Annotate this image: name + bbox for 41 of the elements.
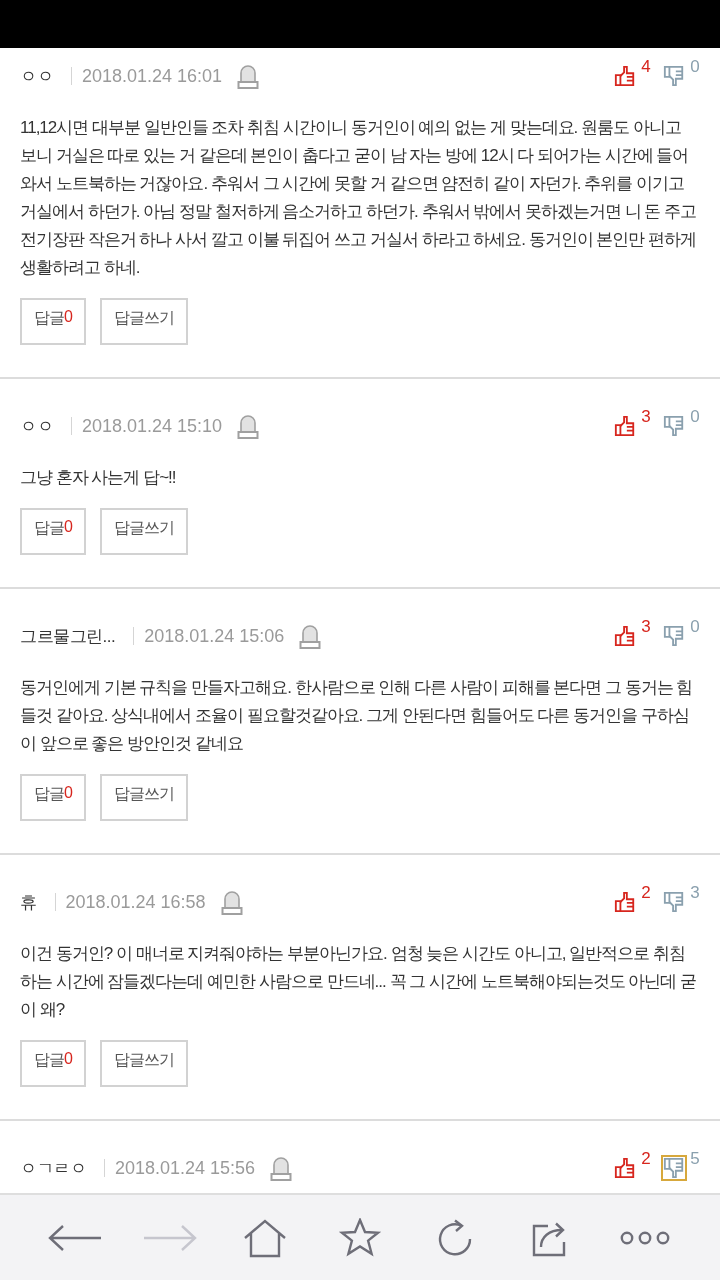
comment-text: 그냥 혼자 사는게 답~!! xyxy=(20,467,177,489)
like-button[interactable]: 3 xyxy=(612,407,651,439)
like-button[interactable]: 2 xyxy=(612,1149,651,1181)
author-name: 휴 xyxy=(20,891,37,914)
write-reply-button[interactable]: 답글쓰기 xyxy=(99,298,188,345)
write-reply-button[interactable]: 답글쓰기 xyxy=(99,774,188,821)
dislike-button[interactable]: 3 xyxy=(661,883,700,915)
replies-button[interactable]: 답글0 xyxy=(20,298,86,345)
author-name: ㅇㅇ xyxy=(20,415,53,438)
siren-icon[interactable] xyxy=(269,1154,294,1182)
siren-icon[interactable] xyxy=(298,622,323,650)
comment-date: 2018.01.24 15:06 xyxy=(144,625,285,647)
comment-text: 이건 동거인? 이 매너로 지켜줘야하는 부분아닌가요. 엄청 늦은 시간도 아니고, 일반적으로 취침하는 시간에 잠들겠다는데 예민한 사람으로 만드네... 꼭 그 시간에 노트북해야되는것도 아닌데 굳이 왜? xyxy=(20,943,698,1021)
author-name: 그르물그린... xyxy=(20,625,116,648)
left-arrow-icon xyxy=(47,1222,104,1253)
comment-date: 2018.01.24 15:10 xyxy=(82,415,223,437)
dislike-button[interactable]: 5 xyxy=(661,1149,700,1181)
siren-icon[interactable] xyxy=(236,62,261,90)
dislike-button[interactable]: 0 xyxy=(661,617,700,649)
star-icon xyxy=(338,1217,382,1258)
replies-button[interactable]: 답글0 xyxy=(20,508,86,555)
dislike-button[interactable]: 0 xyxy=(661,57,700,89)
siren-icon[interactable] xyxy=(236,412,261,440)
like-button[interactable]: 2 xyxy=(612,883,651,915)
author-name: ㅇㅇ xyxy=(20,65,53,88)
like-button[interactable]: 4 xyxy=(612,57,651,89)
three-dots-icon xyxy=(619,1230,670,1245)
comment-date: 2018.01.24 16:01 xyxy=(82,65,223,87)
replies-button[interactable]: 답글0 xyxy=(20,774,86,821)
write-reply-button[interactable]: 답글쓰기 xyxy=(99,508,188,555)
author-name: ㅇㄱㄹㅇ xyxy=(20,1157,86,1180)
comment-date: 2018.01.24 15:56 xyxy=(115,1157,256,1179)
comment-text: 11,12시면 대부분 일반인들 조차 취침 시간이니 동거인이 예의 없는 게 맞는데요. 원룸도 아니고 보니 거실은 따로 있는 거 같은데 본인이 춥다고 굳이 남 자는 방에 12시 다 되어가는 시간에 들어와서 노트북하는 거잖아요. 추워서 그 시간에 못할 거 같으면 얌전히 같이 자던가. 추위를 이기고 거실에서 하던가. 아님 정말 철저하게 음소거하고 하던가. 추워서 밖에서 못하겠는거면 니 돈 주고 전기장판 작은거 하나 사서 깔고 이불 뒤집어 쓰고 거실서 하라고 하세요. 동거인이 본인만 편하게 생활하려고 하네. xyxy=(20,117,698,279)
right-arrow-icon xyxy=(142,1222,199,1253)
siren-icon[interactable] xyxy=(219,888,244,916)
replies-button[interactable]: 답글0 xyxy=(20,1040,86,1087)
like-button[interactable]: 3 xyxy=(612,617,651,649)
comment-date: 2018.01.24 16:58 xyxy=(65,891,206,913)
comment-text: 동거인에게 기본 규칙을 만들자고해요. 한사람으로 인해 다른 사람이 피해를 본다면 그 동거는 힘들것 같아요. 상식내에서 조율이 필요할것같아요. 그게 안된다면 힘들어도 다른 동거인을 구하심이 앞으로 좋은 방안인것 같네요 xyxy=(20,677,694,755)
dislike-button[interactable]: 0 xyxy=(661,407,700,439)
write-reply-button[interactable]: 답글쓰기 xyxy=(99,1040,188,1087)
